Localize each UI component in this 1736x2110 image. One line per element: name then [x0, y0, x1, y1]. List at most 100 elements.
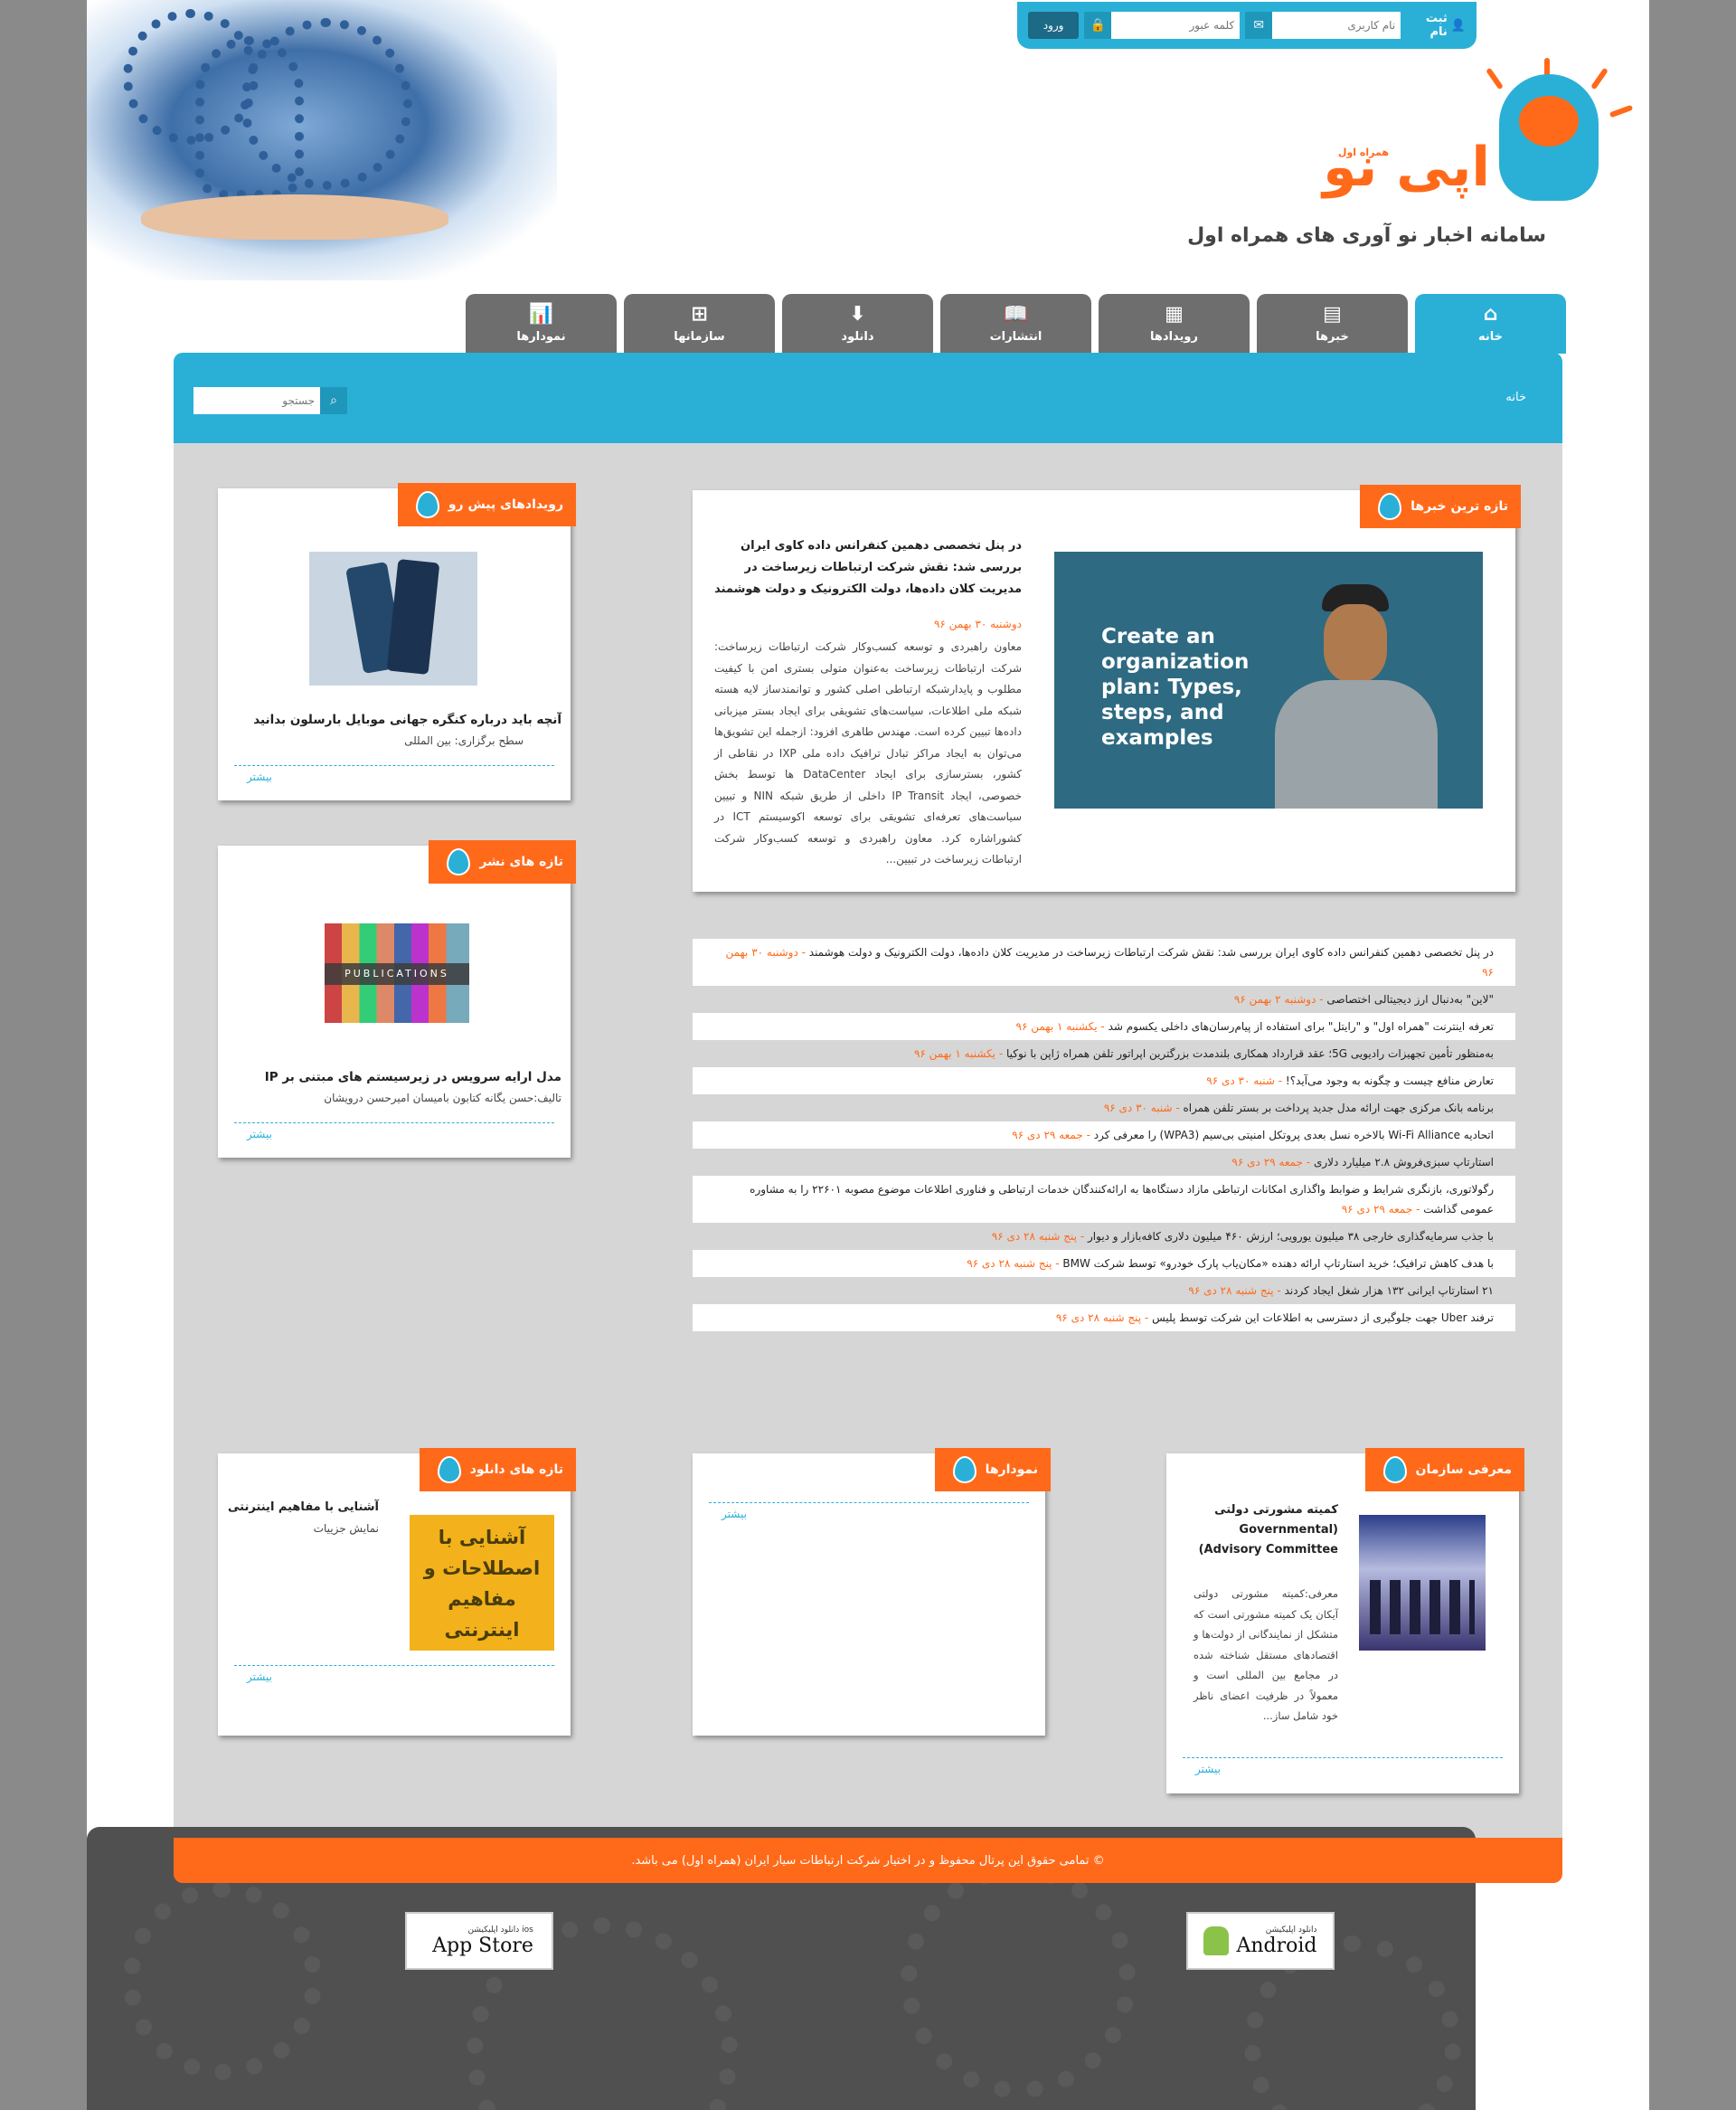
news-list-text: با جذب سرمایه‌گذاری خارجی ۳۸ میلیون یورو… [1087, 1230, 1494, 1243]
newspaper-icon: ▤ [1323, 302, 1342, 326]
separator: - [1412, 1203, 1424, 1216]
book-icon: 📖 [1003, 302, 1029, 326]
publications-image[interactable]: PUBLICATIONS [325, 923, 469, 1023]
event-sub: سطح برگزاری: بین المللی [404, 734, 524, 747]
org-image[interactable] [1359, 1515, 1486, 1651]
separator: - [1141, 1311, 1153, 1324]
latest-publications-card: تازه های نشر PUBLICATIONS مدل ارایه سروی… [218, 840, 576, 1158]
upcoming-events-title: رویدادهای پیش رو [397, 483, 576, 526]
download-details[interactable]: نمایش جزییات [314, 1522, 379, 1535]
divider [1183, 1757, 1503, 1758]
divider [234, 765, 554, 766]
news-list-item[interactable]: "لاین" به‌دنبال ارز دیجیتالی اختصاصی - د… [693, 986, 1515, 1013]
latest-news-title: تازه ترین خبرها [1360, 485, 1521, 528]
latest-publications-title: تازه های نشر [429, 840, 576, 884]
register-label: ثبت نام [1425, 12, 1448, 39]
login-bar: 👤 ثبت نام ✉ 🔒 ورود [1017, 2, 1477, 49]
news-list-text: استارتاپ سبزی‌فروش ۲.۸ میلیارد دلاری [1313, 1156, 1494, 1169]
person-illustration [1266, 584, 1447, 809]
news-list-text: ترفند Uber جهت جلوگیری از دسترسی به اطلا… [1152, 1311, 1494, 1324]
upcoming-events-card: رویدادهای پیش رو آنچه باید درباره کنگره … [218, 483, 576, 800]
news-list-item[interactable]: تعارض منافع چیست و چگونه به وجود می‌آید؟… [693, 1067, 1515, 1094]
logo-text: اپی نو [1323, 136, 1490, 199]
news-list-item[interactable]: ترفند Uber جهت جلوگیری از دسترسی به اطلا… [693, 1304, 1515, 1331]
site-subtitle: سامانه اخبار نو آوری های همراه اول [1187, 224, 1546, 247]
news-list-date: پنج شنبه ۲۸ دی ۹۶ [1055, 1311, 1142, 1324]
username-field: ✉ [1245, 12, 1401, 39]
download-image[interactable]: آشنایی با اصطلاحات و مفاهیم اینترنتی [410, 1515, 554, 1651]
divider [234, 1122, 554, 1123]
register-link[interactable]: 👤 ثبت نام [1406, 12, 1466, 39]
tab-organizations-label: سازمانها [674, 329, 725, 344]
download-title[interactable]: آشنایی با مفاهیم اینترنتی [228, 1500, 379, 1514]
news-list-date: جمعه ۲۹ دی ۹۶ [1012, 1129, 1083, 1141]
news-list-item[interactable]: به‌منظور تأمین تجهیزات رادیویی 5G؛ عقد ق… [693, 1040, 1515, 1067]
latest-downloads-title-text: تازه های دانلود [469, 1462, 563, 1477]
android-icon [1203, 1926, 1230, 1955]
news-list-item[interactable]: رگولاتوری، بازنگری شرایط و ضوابط واگذاری… [693, 1176, 1515, 1223]
chart-icon: 📊 [528, 302, 554, 326]
separator: - [1316, 993, 1327, 1006]
latest-publications-title-text: تازه های نشر [479, 855, 563, 869]
tab-publications[interactable]: 📖 انتشارات [940, 294, 1091, 354]
separator: - [995, 1047, 1006, 1060]
publications-image-text: PUBLICATIONS [325, 963, 469, 985]
separator: - [1172, 1102, 1184, 1114]
tab-home[interactable]: ⌂ خانه [1415, 294, 1566, 354]
news-list-item[interactable]: اتحادیه Wi-Fi Alliance بالاخره نسل بعدی … [693, 1121, 1515, 1149]
android-big-label: Android [1236, 1934, 1317, 1957]
publication-title[interactable]: مدل ارایه سرویس در زیرسیستم های مبتنی بر… [265, 1070, 561, 1084]
search-icon[interactable]: ⌕ [320, 387, 347, 414]
divider [234, 1665, 554, 1666]
news-list-date: شنبه ۳۰ دی ۹۶ [1103, 1102, 1173, 1114]
news-list-text: در پنل تخصصی دهمین کنفرانس داده کاوی ایر… [808, 946, 1494, 959]
divider [709, 1502, 1029, 1503]
app-store-button[interactable]: دانلود اپلیکیشن ios App Store [405, 1912, 553, 1970]
tab-download[interactable]: ⬇ دانلود [782, 294, 933, 354]
phone-image[interactable] [309, 552, 477, 686]
logo-mark: همراه اول [1337, 147, 1389, 158]
tab-charts[interactable]: 📊 نمودارها [466, 294, 617, 354]
username-input[interactable] [1272, 12, 1401, 39]
login-button[interactable]: ورود [1028, 12, 1080, 39]
news-image[interactable]: Create an organization plan: Types, step… [1054, 552, 1483, 809]
tab-organizations[interactable]: ⊞ سازمانها [624, 294, 775, 354]
pin-icon [415, 491, 439, 518]
separator: - [1077, 1230, 1088, 1243]
news-list-item[interactable]: برنامه بانک مرکزی جهت ارائه مدل جدید پرد… [693, 1094, 1515, 1121]
tab-news[interactable]: ▤ خبرها [1257, 294, 1408, 354]
news-list: در پنل تخصصی دهمین کنفرانس داده کاوی ایر… [693, 939, 1515, 1331]
news-headline[interactable]: در پنل تخصصی دهمین کنفرانس داده کاوی ایر… [714, 535, 1022, 601]
more-link[interactable]: بیشتر [247, 771, 272, 783]
lock-icon: 🔒 [1084, 12, 1112, 39]
news-list-item[interactable]: تعرفه اینترنت "همراه اول" و "رایتل" برای… [693, 1013, 1515, 1040]
news-list-item[interactable]: ۲۱ استارتاپ ایرانی ۱۳۲ هزار شغل ایجاد کر… [693, 1277, 1515, 1304]
org-title[interactable]: کمیته مشورتی دولتی (Governmental Advisor… [1194, 1500, 1338, 1560]
more-link[interactable]: بیشتر [722, 1508, 747, 1520]
news-list-item[interactable]: در پنل تخصصی دهمین کنفرانس داده کاوی ایر… [693, 939, 1515, 986]
breadcrumb[interactable]: خانه [1505, 391, 1526, 404]
news-list-date: دوشنبه ۲ بهمن ۹۶ [1233, 993, 1316, 1006]
more-link[interactable]: بیشتر [247, 1128, 272, 1140]
news-list-item[interactable]: با جذب سرمایه‌گذاری خارجی ۳۸ میلیون یورو… [693, 1223, 1515, 1250]
news-list-item[interactable]: استارتاپ سبزی‌فروش ۲.۸ میلیارد دلاری - ج… [693, 1149, 1515, 1176]
news-list-text: با هدف کاهش ترافیک؛ خرید استارتاپ ارائه … [1062, 1257, 1494, 1270]
more-link[interactable]: بیشتر [1195, 1763, 1221, 1775]
user-plus-icon: 👤 [1450, 18, 1466, 33]
separator: - [1082, 1129, 1094, 1141]
search-input[interactable] [193, 387, 320, 414]
android-button[interactable]: دانلود اپلیکیشن Android [1186, 1912, 1335, 1970]
more-link[interactable]: بیشتر [247, 1670, 272, 1683]
tab-events-label: رویدادها [1150, 329, 1198, 344]
main-nav: ⌂ خانه ▤ خبرها ▦ رویدادها 📖 انتشارات ⬇ د… [373, 294, 1566, 354]
news-list-date: یکشنبه ۱ بهمن ۹۶ [1015, 1020, 1098, 1033]
site-logo[interactable]: اپی نو همراه اول سامانه اخبار نو آوری ها… [1187, 58, 1634, 253]
charts-title-text: نمودارها [985, 1462, 1038, 1477]
tab-events[interactable]: ▦ رویدادها [1099, 294, 1250, 354]
tab-download-label: دانلود [841, 329, 874, 344]
tab-publications-label: انتشارات [989, 329, 1043, 344]
event-title[interactable]: آنچه باید درباره کنگره جهانی موبایل بارس… [253, 713, 561, 727]
password-input[interactable] [1111, 12, 1241, 39]
org-body: معرفی:کمیته مشورتی دولتی آیکان یک کمیته … [1194, 1587, 1338, 1722]
news-list-item[interactable]: با هدف کاهش ترافیک؛ خرید استارتاپ ارائه … [693, 1250, 1515, 1277]
